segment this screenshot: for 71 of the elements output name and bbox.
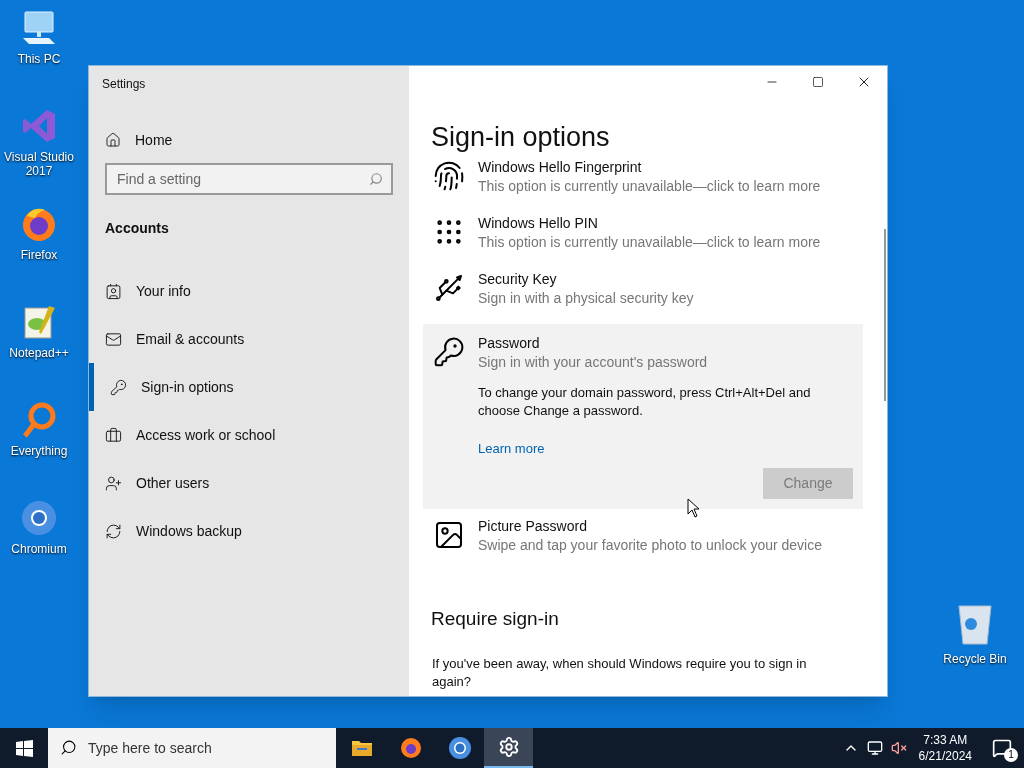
option-description: This option is currently unavailable—click to learn more	[478, 177, 821, 196]
nav-item[interactable]: Access work or school	[89, 411, 409, 459]
option-description: Sign in with a physical security key	[478, 289, 694, 308]
sign-in-option[interactable]: Windows Hello Fingerprint This option is currently unavailable—click to learn more	[423, 156, 863, 212]
key-icon	[433, 336, 465, 368]
desktop-icon-label[interactable]: Notepad++	[1, 346, 77, 360]
add-user-icon	[105, 474, 122, 492]
settings-icon	[497, 736, 520, 758]
option-details: To change your domain password, press Ctrl+Alt+Del and choose Change a password.	[478, 384, 812, 420]
option-title: Picture Password	[478, 516, 588, 536]
notification-icon[interactable]	[992, 738, 1012, 758]
nav-label: Email & accounts	[136, 329, 245, 349]
sign-in-option[interactable]: Windows Hello PIN This option is currently unavailable—click to learn more	[423, 212, 863, 268]
taskbar-app[interactable]	[484, 728, 533, 768]
nav-item[interactable]: Your info	[89, 267, 409, 315]
sign-in-option[interactable]: Picture Password Swipe and tap your favorite photo to unlock your device	[423, 514, 863, 571]
nav-label: Access work or school	[136, 425, 276, 445]
nav-item[interactable]: Other users	[89, 459, 409, 507]
mail-icon	[105, 330, 122, 348]
option-description: This option is currently unavailable—click to learn more	[478, 233, 821, 252]
windows-logo-icon	[15, 739, 33, 757]
taskbar-search-field[interactable]: Type here to search	[48, 728, 336, 768]
option-title: Security Key	[478, 270, 558, 289]
sign-in-option[interactable]: Security Key Sign in with a physical security key	[423, 268, 863, 324]
fox-globe-icon	[398, 736, 423, 760]
muted-speaker-icon[interactable]	[890, 740, 907, 756]
network-icon[interactable]	[866, 740, 883, 756]
desktop-icon-label[interactable]: Visual Studio 2017	[1, 150, 77, 178]
question-text: If you've been away, when should Windows require you to sign in again?	[432, 655, 808, 691]
clock-time: 7:33 AM	[923, 732, 968, 748]
person-card-icon	[105, 282, 122, 300]
clock[interactable]: 7:33 AM 6/21/2024	[918, 732, 972, 764]
section-heading: Require sign-in	[431, 606, 560, 631]
scrollbar-thumb[interactable]	[884, 229, 886, 401]
sync-icon	[105, 522, 122, 540]
clock-date: 6/21/2024	[918, 748, 972, 764]
key-icon	[110, 378, 127, 396]
option-title: Windows Hello Fingerprint	[478, 158, 643, 177]
nav-item[interactable]: Windows backup	[89, 507, 409, 555]
option-title: Windows Hello PIN	[478, 214, 599, 233]
home-link[interactable]: Home	[105, 128, 409, 152]
desktop-icon-label[interactable]: Everything	[1, 444, 77, 458]
nav-label: Your info	[136, 281, 191, 301]
nav-item[interactable]: Email & accounts	[89, 315, 409, 363]
fingerprint-icon	[433, 160, 465, 192]
option-description: Swipe and tap your favorite photo to unlock your device	[478, 535, 822, 555]
notification-badge: 1	[1004, 748, 1018, 762]
search-field[interactable]: Find a setting	[105, 163, 393, 195]
window-title: Settings	[102, 76, 147, 93]
page-title: Sign-in options	[431, 121, 611, 154]
briefcase-icon	[105, 426, 122, 444]
search-icon	[60, 739, 77, 756]
desktop-icon-label[interactable]: This PC	[1, 52, 77, 66]
option-title: Password	[478, 334, 541, 353]
browser-icon	[19, 498, 59, 538]
cursor-icon	[687, 498, 700, 518]
learn-more-link[interactable]: Learn more	[478, 439, 545, 459]
nav-label: Other users	[136, 473, 210, 493]
browser-icon	[447, 736, 472, 760]
home-icon	[105, 132, 121, 148]
nav-label: Windows backup	[136, 521, 242, 541]
option-description: Sign in with your account's password	[478, 353, 708, 372]
maximize-icon	[812, 76, 824, 88]
desktop-icon-label[interactable]: Recycle Bin	[943, 652, 1007, 666]
desktop-icon-label[interactable]: Firefox	[1, 248, 77, 262]
nav-label: Sign-in options	[141, 377, 234, 397]
section-heading: Accounts	[105, 219, 170, 238]
search-icon	[369, 172, 383, 186]
usb-key-icon	[433, 272, 465, 304]
recycle-bin-icon	[955, 602, 995, 646]
desktop-icon-label[interactable]: Chromium	[1, 542, 77, 556]
